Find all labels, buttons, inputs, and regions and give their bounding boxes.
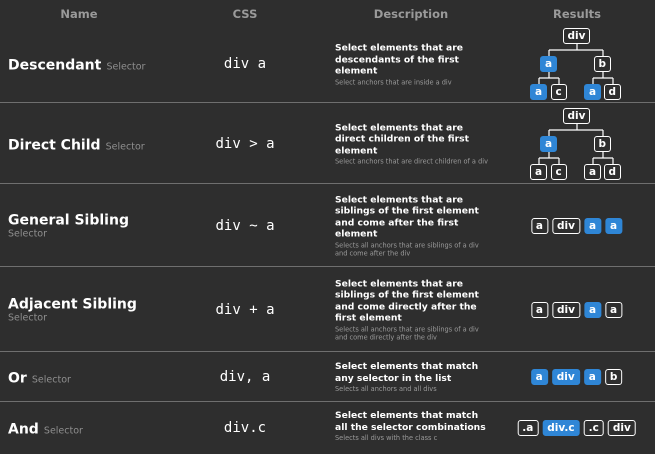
selector-results: a div a b — [498, 352, 655, 402]
selector-results: div a b a c a d — [498, 26, 655, 102]
selector-description: Select elements that match all the selec… — [335, 410, 486, 442]
selector-name: General Sibling Selector — [8, 212, 129, 239]
element-node: a — [530, 301, 548, 318]
css-selectors-cheatsheet: Name CSS Description Results Descendant … — [0, 0, 655, 442]
selector-row-and: And Selector div.c Select elements that … — [0, 401, 655, 452]
element-node: a — [530, 163, 548, 180]
selector-css: div + a — [215, 301, 275, 318]
header-description: Description — [373, 7, 449, 21]
element-node: div — [607, 420, 636, 436]
element-node: div — [562, 28, 591, 44]
element-node: a — [530, 369, 548, 385]
selector-name: Or Selector — [8, 370, 71, 387]
selector-description: Select elements that are descendants of … — [335, 42, 463, 86]
selector-css: div > a — [215, 135, 275, 152]
element-node: c — [550, 84, 567, 100]
selector-name: Adjacent Sibling Selector — [8, 296, 137, 323]
selector-description: Select elements that are direct children… — [335, 121, 488, 166]
element-node: a — [540, 56, 558, 72]
element-node: a — [530, 84, 548, 100]
element-node: d — [603, 163, 622, 180]
selector-css: div ~ a — [215, 217, 275, 234]
result-chips: a div a a — [530, 301, 623, 318]
element-node: b — [604, 369, 623, 385]
element-node: div — [551, 301, 580, 318]
selector-results: div a b a c a d — [498, 103, 655, 184]
selector-row-general-sibling: General Sibling Selector div ~ a Select … — [0, 183, 655, 267]
element-node: a — [605, 301, 623, 318]
selector-css: div.c — [223, 420, 267, 436]
element-node: a — [584, 163, 602, 180]
element-node: div — [551, 369, 580, 385]
element-node: div — [562, 107, 591, 124]
element-node: b — [593, 56, 612, 72]
element-node: .a — [517, 420, 539, 436]
element-node: a — [605, 217, 623, 234]
element-node: a — [583, 217, 602, 234]
dom-tree-diagram: div a b a c a d — [529, 28, 625, 100]
element-node: d — [603, 84, 622, 100]
element-node: a — [530, 217, 548, 234]
selector-name: Descendant Selector — [8, 57, 146, 74]
header-name: Name — [60, 7, 98, 21]
element-node: a — [584, 84, 602, 100]
selector-css: div a — [223, 56, 267, 72]
header-results: Results — [553, 7, 601, 21]
header-css: CSS — [232, 7, 258, 21]
element-node: b — [593, 135, 612, 152]
element-node: a — [583, 301, 602, 318]
element-node: div.c — [542, 420, 580, 436]
selector-name: And Selector — [8, 421, 83, 438]
selector-description: Select elements that match any selector … — [335, 361, 479, 393]
selector-row-direct-child: Direct Child Selector div > a Select ele… — [0, 102, 655, 184]
selector-description: Select elements that are siblings of the… — [335, 278, 479, 341]
selector-description: Select elements that are siblings of the… — [335, 194, 479, 257]
selector-name: Direct Child Selector — [8, 137, 145, 153]
result-chips: .a div.c .c div — [517, 420, 636, 436]
selector-results: a div a a — [498, 184, 655, 267]
element-node: .c — [583, 420, 604, 436]
dom-tree-diagram: div a b a c a d — [529, 107, 625, 180]
selector-row-descendant: Descendant Selector div a Select element… — [0, 26, 655, 102]
selector-row-adjacent-sibling: Adjacent Sibling Selector div + a Select… — [0, 266, 655, 352]
selector-row-or: Or Selector div, a Select elements that … — [0, 351, 655, 402]
element-node: a — [540, 135, 558, 152]
element-node: div — [551, 217, 580, 234]
selector-css: div, a — [219, 369, 271, 385]
selector-results: .a div.c .c div — [498, 402, 655, 454]
element-node: c — [550, 163, 567, 180]
result-chips: a div a a — [530, 217, 623, 234]
element-node: a — [583, 369, 601, 385]
result-chips: a div a b — [530, 369, 623, 385]
table-header: Name CSS Description Results — [0, 0, 655, 26]
selector-results: a div a a — [498, 267, 655, 352]
